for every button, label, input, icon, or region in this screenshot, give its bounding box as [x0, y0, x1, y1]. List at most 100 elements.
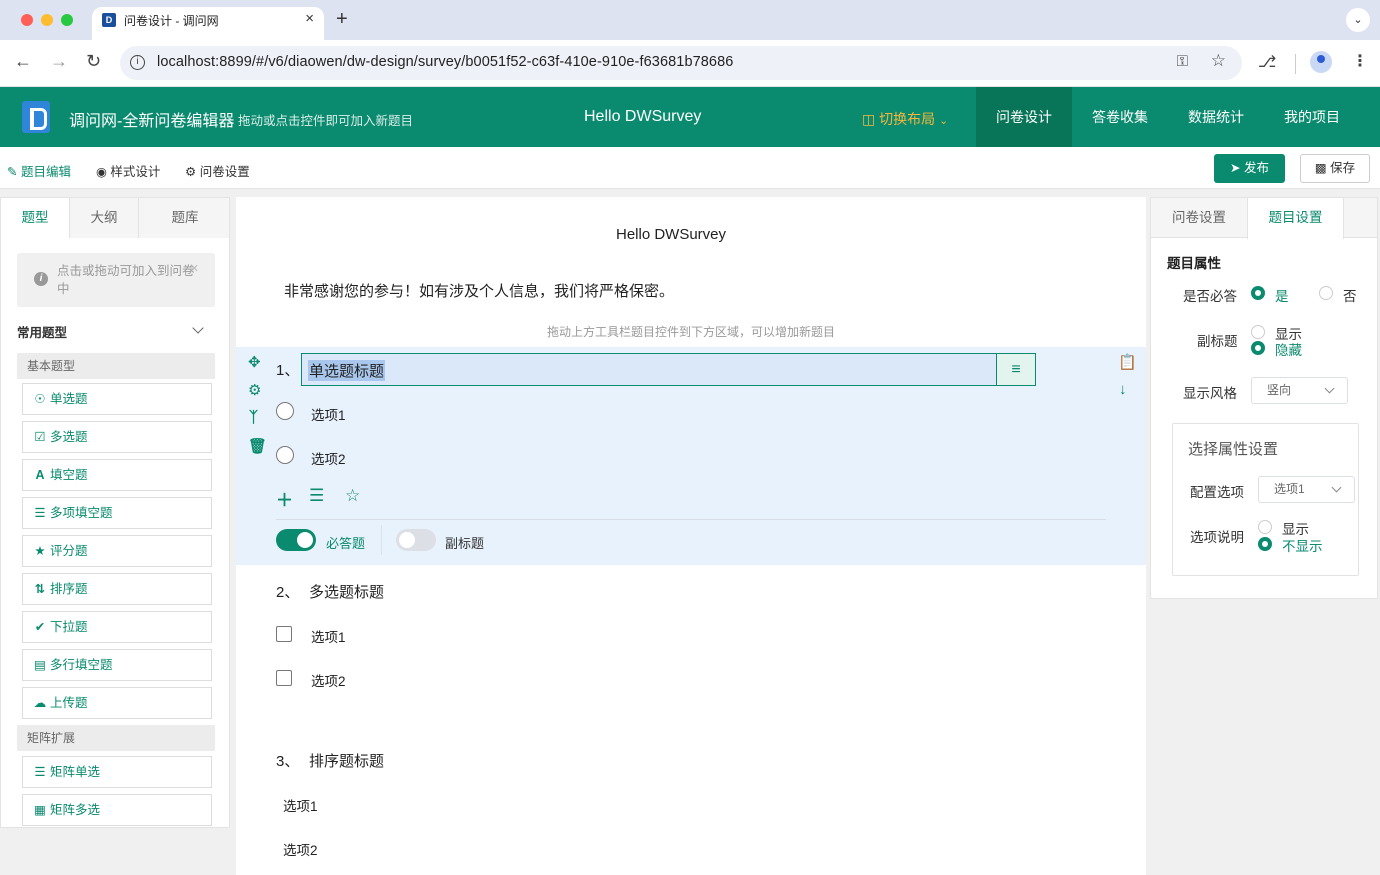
- required-no-radio[interactable]: [1319, 286, 1333, 300]
- password-key-icon[interactable]: ⚿: [1177, 53, 1188, 70]
- desc-hide-label[interactable]: 不显示: [1282, 535, 1323, 555]
- type-single-choice[interactable]: ☉ 单选题: [22, 383, 212, 415]
- profile-avatar-icon[interactable]: [1310, 51, 1332, 73]
- subtitle-toggle[interactable]: [396, 529, 436, 551]
- option-label[interactable]: 选项2: [311, 448, 346, 468]
- option-label[interactable]: 选项1: [311, 626, 346, 646]
- tab-outline[interactable]: 大纲: [70, 198, 139, 238]
- required-no-label[interactable]: 否: [1343, 285, 1357, 305]
- url-text[interactable]: localhost:8899/#/v6/diaowen/dw-design/su…: [157, 54, 733, 70]
- browser-menu-icon[interactable]: ⋮: [1352, 51, 1368, 71]
- option-checkbox[interactable]: [276, 626, 292, 642]
- move-icon[interactable]: ✥: [248, 353, 261, 371]
- option-label[interactable]: 选项1: [283, 795, 318, 815]
- star-icon: ★: [34, 544, 46, 558]
- close-window-button[interactable]: [21, 14, 33, 26]
- subtitle-show-radio[interactable]: [1251, 325, 1265, 339]
- extensions-icon[interactable]: ⎇: [1258, 52, 1276, 72]
- info-icon: i: [34, 272, 48, 286]
- type-matrix-multi[interactable]: ▦ 矩阵多选: [22, 794, 212, 826]
- type-multi-choice[interactable]: ☑ 多选题: [22, 421, 212, 453]
- tab-question-types[interactable]: 题型: [1, 198, 70, 238]
- add-option-icon[interactable]: ＋: [276, 486, 293, 511]
- clipboard-icon[interactable]: 📋: [1118, 353, 1137, 371]
- option-settings-box: 选择属性设置 配置选项 选项1 选项说明 显示 不显示: [1172, 423, 1359, 576]
- arrow-down-icon[interactable]: ↓: [1119, 381, 1127, 398]
- batch-options-icon[interactable]: ☰: [309, 486, 324, 506]
- trash-icon[interactable]: 🗑: [248, 437, 267, 455]
- option-radio[interactable]: [276, 446, 294, 464]
- textarea-icon: ▤: [34, 658, 46, 672]
- type-multi-fill[interactable]: ☰ 多项填空题: [22, 497, 212, 529]
- save-button[interactable]: ▩ 保存: [1300, 154, 1370, 183]
- subtitle-hide-radio[interactable]: [1251, 341, 1265, 355]
- bookmark-star-icon[interactable]: ☆: [1211, 51, 1226, 71]
- config-label: 配置选项: [1190, 485, 1244, 500]
- type-multiline-fill[interactable]: ▤ 多行填空题: [22, 649, 212, 681]
- star-outline-icon[interactable]: ☆: [345, 486, 360, 506]
- publish-button[interactable]: ➤ 发布: [1214, 154, 1285, 183]
- tab-question-bank[interactable]: 题库: [139, 198, 229, 238]
- new-tab-button[interactable]: +: [336, 8, 348, 31]
- option-label[interactable]: 选项1: [311, 404, 346, 424]
- type-matrix-single[interactable]: ☰ 矩阵单选: [22, 756, 212, 788]
- minimize-window-button[interactable]: [41, 14, 53, 26]
- tab-question-settings[interactable]: 题目设置: [1247, 198, 1344, 239]
- address-bar[interactable]: i localhost:8899/#/v6/diaowen/dw-design/…: [120, 46, 1242, 80]
- chevron-down-icon[interactable]: [192, 322, 204, 334]
- branch-logic-icon[interactable]: ᛉ: [249, 409, 258, 426]
- question-title-input[interactable]: 单选题标题 ≡: [301, 353, 1036, 386]
- align-left-icon[interactable]: ≡: [996, 353, 1036, 386]
- question-1-card[interactable]: ✥ ⚙ ᛉ 🗑 📋 ↓ 1、 单选题标题 ≡ 选项1 选项2 ＋ ☰ ☆ 必答题…: [236, 347, 1146, 565]
- config-select[interactable]: 选项1: [1258, 476, 1355, 503]
- option-radio[interactable]: [276, 402, 294, 420]
- type-dropdown[interactable]: ✔ 下拉题: [22, 611, 212, 643]
- style-design-tab[interactable]: ◉ 样式设计: [96, 161, 160, 180]
- question-edit-tab[interactable]: ✎ 题目编辑: [7, 161, 71, 180]
- option-label[interactable]: 选项2: [311, 670, 346, 690]
- app-logo-icon[interactable]: [22, 101, 50, 133]
- tab-search-icon[interactable]: ⌄: [1346, 8, 1370, 32]
- question-title[interactable]: 多选题标题: [309, 581, 384, 602]
- forward-icon[interactable]: →: [50, 51, 68, 72]
- nav-survey-design[interactable]: 问卷设计: [976, 87, 1072, 147]
- gear-icon[interactable]: ⚙: [248, 381, 261, 399]
- survey-canvas: Hello DWSurvey 非常感谢您的参与！如有涉及个人信息，我们将严格保密…: [236, 197, 1146, 875]
- close-icon[interactable]: ✕: [190, 262, 199, 275]
- nav-answer-collect[interactable]: 答卷收集: [1072, 87, 1168, 147]
- send-icon: ➤: [1230, 161, 1241, 175]
- type-fill-blank[interactable]: A 填空题: [22, 459, 212, 491]
- browser-tab-strip: D 问卷设计 - 调问网 × + ⌄: [0, 0, 1380, 40]
- browser-tab[interactable]: D 问卷设计 - 调问网 ×: [92, 7, 324, 40]
- common-types-title[interactable]: 常用题型: [17, 322, 67, 341]
- required-toggle-label: 必答题: [326, 536, 366, 551]
- subtitle-hide-label[interactable]: 隐藏: [1275, 339, 1302, 359]
- desc-hide-radio[interactable]: [1258, 537, 1272, 551]
- survey-title[interactable]: Hello DWSurvey: [236, 226, 1106, 243]
- type-rating[interactable]: ★ 评分题: [22, 535, 212, 567]
- tab-title: 问卷设计 - 调问网: [124, 14, 219, 28]
- desc-show-radio[interactable]: [1258, 520, 1272, 534]
- option-label[interactable]: 选项2: [283, 839, 318, 859]
- required-toggle[interactable]: [276, 529, 316, 551]
- reload-icon[interactable]: ↻: [86, 51, 101, 72]
- site-info-icon[interactable]: i: [130, 55, 145, 70]
- cloud-upload-icon: ☁: [33, 696, 47, 710]
- type-sort[interactable]: ⇅ 排序题: [22, 573, 212, 605]
- tab-survey-settings[interactable]: 问卷设置: [1151, 198, 1247, 238]
- nav-data-stats[interactable]: 数据统计: [1168, 87, 1264, 147]
- required-yes-label[interactable]: 是: [1275, 285, 1289, 305]
- nav-my-projects[interactable]: 我的项目: [1264, 87, 1360, 147]
- question-title-text[interactable]: 单选题标题: [308, 360, 386, 381]
- back-icon[interactable]: ←: [14, 51, 32, 72]
- survey-settings-tab[interactable]: ⚙ 问卷设置: [185, 161, 250, 180]
- option-checkbox[interactable]: [276, 670, 292, 686]
- layout-switch-button[interactable]: ◫ 切换布局 ⌄: [862, 109, 948, 129]
- style-select[interactable]: 竖向: [1251, 377, 1348, 404]
- type-upload[interactable]: ☁ 上传题: [22, 687, 212, 719]
- question-title[interactable]: 排序题标题: [309, 750, 384, 771]
- maximize-window-button[interactable]: [61, 14, 73, 26]
- tab-close-icon[interactable]: ×: [305, 10, 314, 27]
- required-yes-radio[interactable]: [1251, 286, 1265, 300]
- survey-intro[interactable]: 非常感谢您的参与！如有涉及个人信息，我们将严格保密。: [284, 280, 674, 301]
